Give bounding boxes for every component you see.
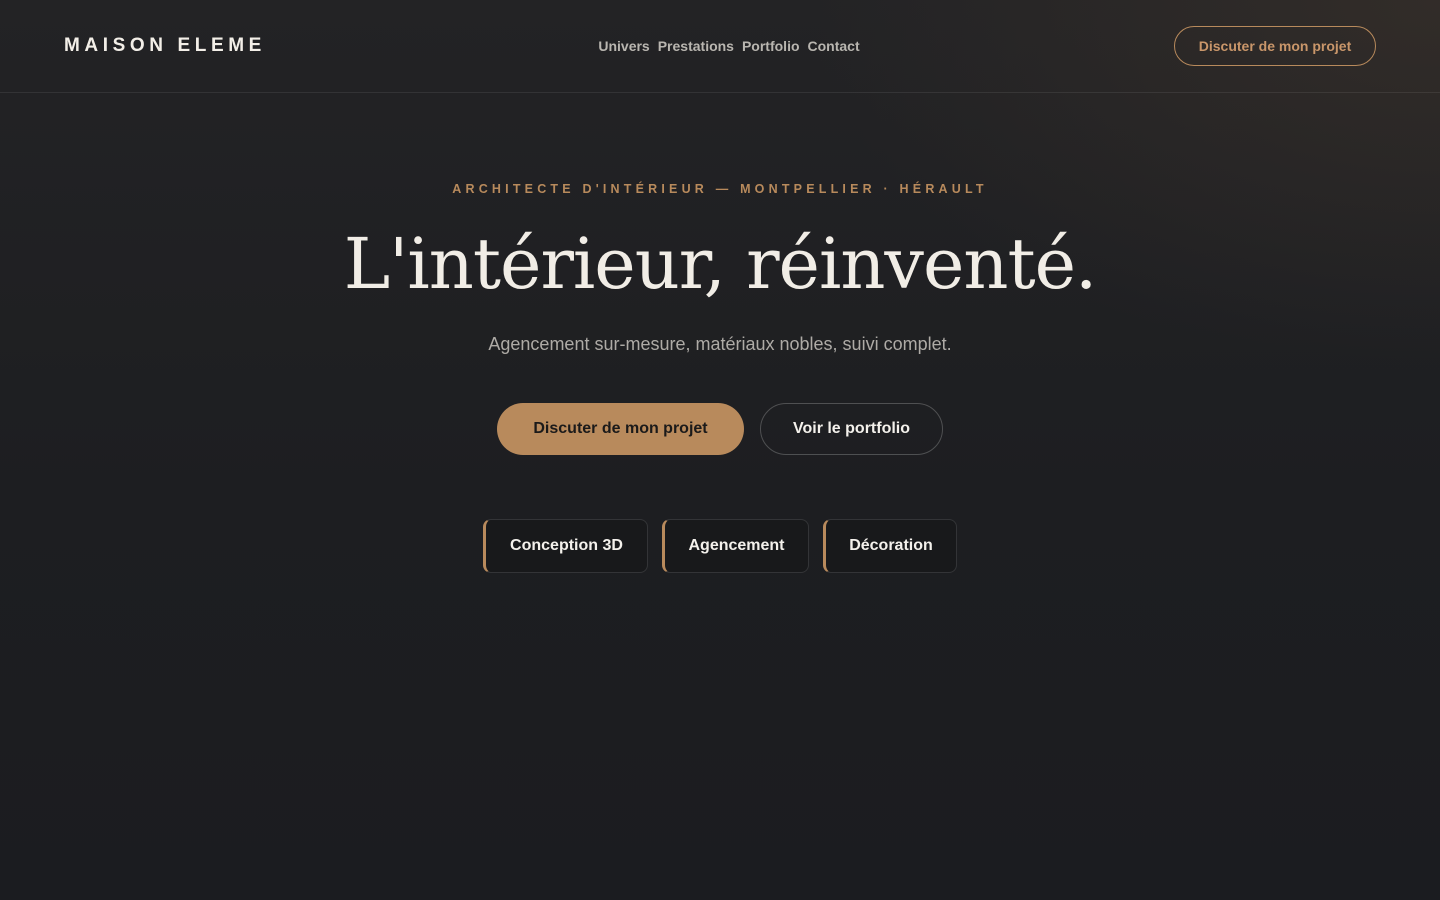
header-cta-button[interactable]: Discuter de mon projet: [1174, 26, 1376, 66]
hero-title: L'intérieur, réinventé.: [343, 223, 1098, 305]
view-portfolio-button[interactable]: Voir le portfolio: [760, 403, 943, 455]
nav-link-contact[interactable]: Contact: [808, 38, 860, 54]
nav-link-univers[interactable]: Univers: [598, 38, 649, 54]
service-pill-conception-3d[interactable]: Conception 3D: [483, 519, 648, 573]
nav-link-prestations[interactable]: Prestations: [658, 38, 734, 54]
nav-link-portfolio[interactable]: Portfolio: [742, 38, 800, 54]
service-pill-agencement[interactable]: Agencement: [662, 519, 809, 573]
site-header: MAISON ELEME Univers Prestations Portfol…: [0, 0, 1440, 93]
hero-subtitle: Agencement sur-mesure, matériaux nobles,…: [488, 334, 952, 354]
service-pill-decoration[interactable]: Décoration: [823, 519, 957, 573]
discuss-project-button[interactable]: Discuter de mon projet: [497, 403, 744, 455]
hero-eyebrow: ARCHITECTE D'INTÉRIEUR — MONTPELLIER · H…: [452, 182, 988, 196]
